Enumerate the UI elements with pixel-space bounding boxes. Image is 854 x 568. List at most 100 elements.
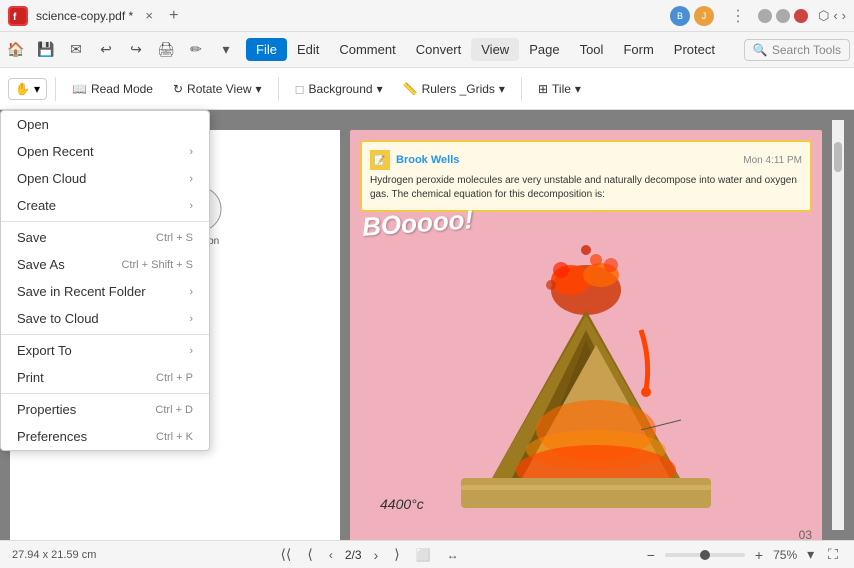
volcano-svg xyxy=(441,230,731,530)
email-icon[interactable]: ✉ xyxy=(64,38,88,62)
background-btn[interactable]: ◻ Background ▾ xyxy=(287,78,391,100)
dropdown-divider-divider3 xyxy=(1,393,209,394)
prev-page-btn[interactable]: ⟨ xyxy=(303,544,316,565)
file-dropdown-menu: OpenOpen Recent›Open Cloud›Create›SaveCt… xyxy=(0,110,210,451)
annotation-author: Brook Wells xyxy=(396,154,459,166)
menu-edit[interactable]: Edit xyxy=(287,38,329,61)
rotate-view-btn[interactable]: ↻ Rotate View ▾ xyxy=(165,78,270,100)
dropdown-label-export-to: Export To xyxy=(17,343,72,358)
dropdown-item-print[interactable]: PrintCtrl + P xyxy=(1,364,209,391)
zoom-dropdown-btn[interactable]: ▾ xyxy=(803,544,818,565)
new-tab-btn[interactable]: + xyxy=(169,7,178,25)
close-btn[interactable] xyxy=(794,9,808,23)
forward-btn[interactable]: › xyxy=(842,8,846,23)
search-tools-box[interactable]: 🔍 Search Tools xyxy=(744,39,850,61)
toolbar-divider-3 xyxy=(521,77,522,101)
rulers-icon: 📏 xyxy=(403,82,418,96)
dropdown-label-preferences: Preferences xyxy=(17,429,87,444)
dropdown-item-save-cloud[interactable]: Save to Cloud› xyxy=(1,305,209,332)
zoom-out-btn[interactable]: − xyxy=(643,545,659,565)
home-icon[interactable]: 🏠 xyxy=(4,38,28,62)
hand-icon: ✋ xyxy=(15,82,30,96)
annotate-icon[interactable]: ✏ xyxy=(184,38,208,62)
temperature-label: 4400°c xyxy=(380,496,424,512)
dropdown-item-save-recent-folder[interactable]: Save in Recent Folder› xyxy=(1,278,209,305)
first-page-btn[interactable]: ⟨⟨ xyxy=(276,544,295,565)
read-mode-icon: 📖 xyxy=(72,82,87,96)
menu-toolbar-icons: 🏠 💾 ✉ ↩ ↪ 🖨 ✏ ▾ xyxy=(4,38,238,62)
dropdown-label-open-recent: Open Recent xyxy=(17,144,94,159)
undo-icon[interactable]: ↩ xyxy=(94,38,118,62)
fit-width-btn[interactable]: ↔ xyxy=(443,546,463,564)
fit-page-btn[interactable]: ⬜ xyxy=(412,546,435,564)
prev-btn-2[interactable]: ‹ xyxy=(325,546,337,564)
minimize-btn[interactable] xyxy=(758,9,772,23)
tile-chevron-icon: ▾ xyxy=(575,82,581,96)
main-area: OpenOpen Recent›Open Cloud›Create›SaveCt… xyxy=(0,110,854,540)
dropdown-arrow-export-to: › xyxy=(189,345,193,357)
back-btn[interactable]: ‹ xyxy=(833,8,837,23)
dropdown-item-properties[interactable]: PropertiesCtrl + D xyxy=(1,396,209,423)
dropdown-divider-divider1 xyxy=(1,221,209,222)
zoom-slider[interactable] xyxy=(665,553,745,557)
redo-icon[interactable]: ↪ xyxy=(124,38,148,62)
user-avatar: B xyxy=(670,6,690,26)
dropdown-item-preferences[interactable]: Preferences Ctrl + K xyxy=(1,423,209,450)
dropdown-item-export-to[interactable]: Export To › xyxy=(1,337,209,364)
tab-close-btn[interactable]: × xyxy=(141,8,157,24)
dropdown-label-save: Save xyxy=(17,230,47,245)
toolbar-divider-2 xyxy=(278,77,279,101)
menu-page[interactable]: Page xyxy=(519,38,569,61)
menu-bar: 🏠 💾 ✉ ↩ ↪ 🖨 ✏ ▾ File Edit Comment Conver… xyxy=(0,32,854,68)
annotation-box: 📝 Brook Wells Mon 4:11 PM Hydrogen perox… xyxy=(360,140,812,212)
read-mode-btn[interactable]: 📖 Read Mode xyxy=(64,78,161,100)
dropdown-shortcut-preferences: Ctrl + K xyxy=(156,431,193,443)
dropdown-item-create[interactable]: Create› xyxy=(1,192,209,219)
dropdown-item-save[interactable]: Save Ctrl + S xyxy=(1,224,209,251)
maximize-btn[interactable] xyxy=(776,9,790,23)
title-bar-left: f science-copy.pdf * × + xyxy=(8,6,179,26)
dropdown-item-save-as[interactable]: Save AsCtrl + Shift + S xyxy=(1,251,209,278)
page-indicator: 2/3 xyxy=(345,548,362,562)
dropdown-item-open-cloud[interactable]: Open Cloud› xyxy=(1,165,209,192)
last-page-btn[interactable]: ⟩ xyxy=(390,544,403,565)
dropdown-item-open[interactable]: Open xyxy=(1,111,209,138)
dropdown-label-properties: Properties xyxy=(17,402,76,417)
hand-tool-select[interactable]: ✋ ▾ xyxy=(8,78,47,100)
more-icon[interactable]: ▾ xyxy=(214,38,238,62)
print-icon[interactable]: 🖨 xyxy=(154,38,178,62)
background-icon: ◻ xyxy=(295,82,305,96)
dropdown-shortcut-save: Ctrl + S xyxy=(156,232,193,244)
menu-file[interactable]: File xyxy=(246,38,287,61)
dropdown-divider-divider2 xyxy=(1,334,209,335)
rotate-icon: ↻ xyxy=(173,82,183,96)
rotate-chevron-icon: ▾ xyxy=(256,82,262,96)
menu-tool[interactable]: Tool xyxy=(570,38,614,61)
dropdown-label-save-recent-folder: Save in Recent Folder xyxy=(17,284,146,299)
zoom-in-btn[interactable]: + xyxy=(751,545,767,565)
title-bar: f science-copy.pdf * × + B J ⋮ ⬡ ‹ › xyxy=(0,0,854,32)
window-controls: B J ⋮ ⬡ ‹ › xyxy=(670,6,846,26)
tab-filename: science-copy.pdf * xyxy=(36,9,133,23)
menu-form[interactable]: Form xyxy=(613,38,663,61)
menu-convert[interactable]: Convert xyxy=(406,38,472,61)
user-avatar-2: J xyxy=(694,6,714,26)
menu-protect[interactable]: Protect xyxy=(664,38,725,61)
tile-icon: ⊞ xyxy=(538,82,548,96)
next-btn[interactable]: › xyxy=(370,545,383,565)
dropdown-label-open: Open xyxy=(17,117,49,132)
more-options-btn[interactable]: ⋮ xyxy=(730,6,746,26)
fullscreen-btn[interactable]: ⛶ xyxy=(824,544,842,565)
save-icon[interactable]: 💾 xyxy=(34,38,58,62)
zoom-slider-handle[interactable] xyxy=(700,550,710,560)
menu-view[interactable]: View xyxy=(471,38,519,61)
menu-comment[interactable]: Comment xyxy=(329,38,405,61)
rulers-grids-btn[interactable]: 📏 Rulers _Grids ▾ xyxy=(395,78,513,100)
scroll-thumb[interactable] xyxy=(834,142,842,172)
tile-btn[interactable]: ⊞ Tile ▾ xyxy=(530,78,589,100)
dropdown-item-open-recent[interactable]: Open Recent› xyxy=(1,138,209,165)
right-scrollbar[interactable] xyxy=(832,120,844,530)
external-link-btn[interactable]: ⬡ xyxy=(818,8,829,24)
annotation-text: Hydrogen peroxide molecules are very uns… xyxy=(370,174,802,202)
zoom-controls: − + 75% ▾ ⛶ xyxy=(643,544,842,565)
